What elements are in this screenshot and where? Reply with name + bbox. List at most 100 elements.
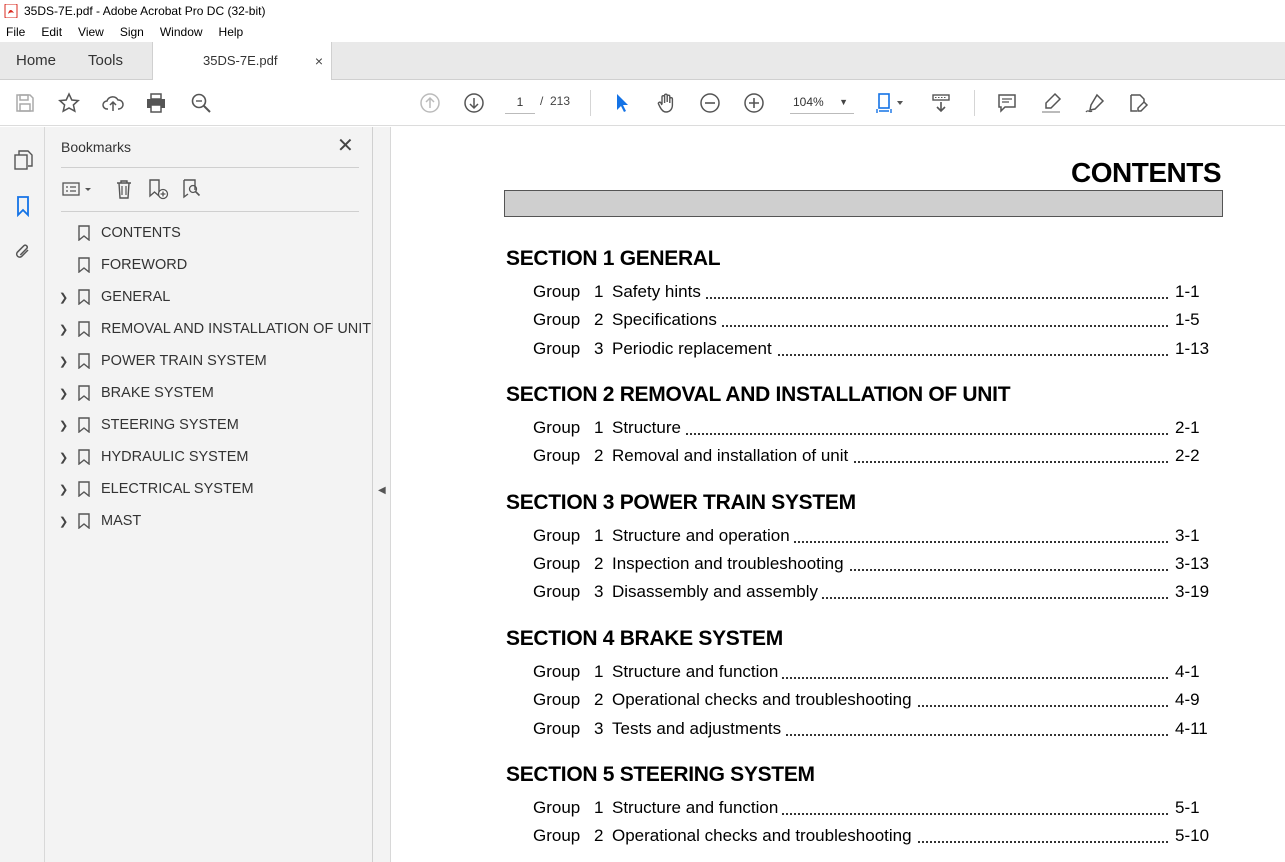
fit-page-caret-icon[interactable] <box>893 90 907 116</box>
zoom-level-value: 104% <box>793 95 824 109</box>
bookmark-item-mast[interactable]: ❯ MAST <box>45 505 373 537</box>
tab-tools[interactable]: Tools <box>88 42 123 80</box>
menu-view[interactable]: View <box>76 25 106 39</box>
document-title: CONTENTS <box>1071 157 1222 188</box>
chevron-right-icon[interactable]: ❯ <box>59 419 69 432</box>
toc-entry-title: Structure and function <box>612 798 783 818</box>
upload-cloud-icon[interactable] <box>100 90 126 116</box>
print-icon[interactable] <box>143 90 169 116</box>
toc-page-ref: 3-13 <box>1173 554 1210 574</box>
menu-window[interactable]: Window <box>158 25 205 39</box>
toc-row[interactable]: Group 3 Periodic replacement 1-13 <box>533 339 1213 363</box>
toc-row[interactable]: Group 2 Specifications 1-5 <box>533 310 1213 334</box>
bookmark-item-contents[interactable]: CONTENTS <box>45 217 373 249</box>
toc-row[interactable]: Group 2 Inspection and troubleshooting 3… <box>533 554 1213 578</box>
toc-page-ref: 4-9 <box>1173 690 1200 710</box>
bookmark-icon <box>78 417 90 433</box>
attachments-paperclip-icon[interactable] <box>10 239 36 265</box>
comment-icon[interactable] <box>994 90 1020 116</box>
bookmark-item-brake[interactable]: ❯ BRAKE SYSTEM <box>45 377 373 409</box>
panel-collapse-handle[interactable]: ◀ <box>373 127 391 862</box>
tab-document[interactable]: 35DS-7E.pdf × <box>152 42 332 81</box>
zoom-in-icon[interactable] <box>741 90 767 116</box>
toc-group: Group <box>533 446 581 465</box>
acrobat-pdf-icon <box>4 4 18 18</box>
zoom-out-icon[interactable] <box>697 90 723 116</box>
close-icon[interactable]: ✕ <box>337 135 354 157</box>
toc-group: Group <box>533 690 581 709</box>
toc-page-ref: 5-1 <box>1173 798 1200 818</box>
window-title: 35DS-7E.pdf - Adobe Acrobat Pro DC (32-b… <box>24 4 266 18</box>
save-icon[interactable] <box>12 90 38 116</box>
toc-entry-title: Removal and installation of unit <box>612 446 853 466</box>
bookmark-item-general[interactable]: ❯ GENERAL <box>45 281 373 313</box>
bookmark-label: STEERING SYSTEM <box>101 417 239 433</box>
bookmark-item-removal-installation[interactable]: ❯ REMOVAL AND INSTALLATION OF UNIT <box>45 313 373 345</box>
previous-page-icon[interactable] <box>417 90 443 116</box>
panel-divider <box>61 211 359 212</box>
select-cursor-icon[interactable] <box>609 90 635 116</box>
next-page-icon[interactable] <box>461 90 487 116</box>
toc-row[interactable]: Group 3 Tests and adjustments 4-11 <box>533 719 1213 743</box>
scroll-mode-icon[interactable] <box>928 90 954 116</box>
toc-row[interactable]: Group 2 Operational checks and troublesh… <box>533 690 1213 714</box>
toc-row[interactable]: Group 1 Structure and function 5-1 <box>533 798 1213 822</box>
title-bar: 35DS-7E.pdf - Adobe Acrobat Pro DC (32-b… <box>0 0 1285 22</box>
chevron-right-icon[interactable]: ❯ <box>59 515 69 528</box>
toc-row[interactable]: Group 1 Safety hints 1-1 <box>533 282 1213 306</box>
tab-close-button[interactable]: × <box>315 42 323 80</box>
page-thumbnails-icon[interactable] <box>10 147 36 173</box>
bookmark-label: MAST <box>101 513 142 529</box>
toc-group-number: 2 <box>594 826 604 845</box>
toc-page-ref: 2-2 <box>1173 446 1200 466</box>
toolbar-divider <box>590 90 591 116</box>
find-bookmark-icon[interactable] <box>179 177 205 201</box>
chevron-right-icon[interactable]: ❯ <box>59 451 69 464</box>
toc-row[interactable]: Group 1 Structure and operation 3-1 <box>533 526 1213 550</box>
bookmarks-panel-icon[interactable] <box>10 193 36 219</box>
hand-tool-icon[interactable] <box>653 90 679 116</box>
toc-page-ref: 3-1 <box>1173 526 1200 546</box>
zoom-level-select[interactable]: 104% ▼ <box>790 90 854 114</box>
toc-group: Group <box>533 339 581 358</box>
menu-help[interactable]: Help <box>217 25 246 39</box>
toc-group-number: 1 <box>594 418 604 437</box>
edit-pdf-icon[interactable] <box>1125 90 1151 116</box>
bookmark-item-power-train[interactable]: ❯ POWER TRAIN SYSTEM <box>45 345 373 377</box>
toc-row[interactable]: Group 1 Structure and function 4-1 <box>533 662 1213 686</box>
bookmark-options-menu-icon[interactable] <box>61 177 95 201</box>
toc-row[interactable]: Group 3 Disassembly and assembly 3-19 <box>533 582 1213 606</box>
menu-file[interactable]: File <box>4 25 27 39</box>
bookmark-item-foreword[interactable]: FOREWORD <box>45 249 373 281</box>
page-number-input[interactable] <box>505 90 535 114</box>
bookmark-item-steering[interactable]: ❯ STEERING SYSTEM <box>45 409 373 441</box>
toc-row[interactable]: Group 1 Structure 2-1 <box>533 418 1213 442</box>
menu-edit[interactable]: Edit <box>39 25 64 39</box>
sign-pen-icon[interactable] <box>1082 90 1108 116</box>
chevron-right-icon[interactable]: ❯ <box>59 483 69 496</box>
highlight-pen-icon[interactable] <box>1038 90 1064 116</box>
toc-row[interactable]: Group 2 Removal and installation of unit… <box>533 446 1213 470</box>
find-zoom-icon[interactable] <box>188 90 214 116</box>
star-icon[interactable] <box>56 90 82 116</box>
toc-group: Group <box>533 310 581 329</box>
bookmark-label: ELECTRICAL SYSTEM <box>101 481 254 497</box>
chevron-right-icon[interactable]: ❯ <box>59 355 69 368</box>
toc-entry-title: Disassembly and assembly <box>612 582 822 602</box>
bookmarks-toolbar <box>61 175 359 203</box>
toc-page-ref: 1-1 <box>1173 282 1200 302</box>
chevron-right-icon[interactable]: ❯ <box>59 323 69 336</box>
toc-group-number: 1 <box>594 798 604 817</box>
bookmark-label: FOREWORD <box>101 257 188 273</box>
tab-home[interactable]: Home <box>16 42 56 80</box>
menu-sign[interactable]: Sign <box>118 25 146 39</box>
bookmark-item-electrical[interactable]: ❯ ELECTRICAL SYSTEM <box>45 473 373 505</box>
toc-group-number: 3 <box>594 582 604 601</box>
tab-document-label: 35DS-7E.pdf <box>203 53 278 68</box>
toc-row[interactable]: Group 2 Operational checks and troublesh… <box>533 826 1213 850</box>
delete-bookmark-icon[interactable] <box>111 177 137 201</box>
new-bookmark-icon[interactable] <box>145 177 171 201</box>
bookmark-item-hydraulic[interactable]: ❯ HYDRAULIC SYSTEM <box>45 441 373 473</box>
chevron-right-icon[interactable]: ❯ <box>59 387 69 400</box>
chevron-right-icon[interactable]: ❯ <box>59 291 69 304</box>
